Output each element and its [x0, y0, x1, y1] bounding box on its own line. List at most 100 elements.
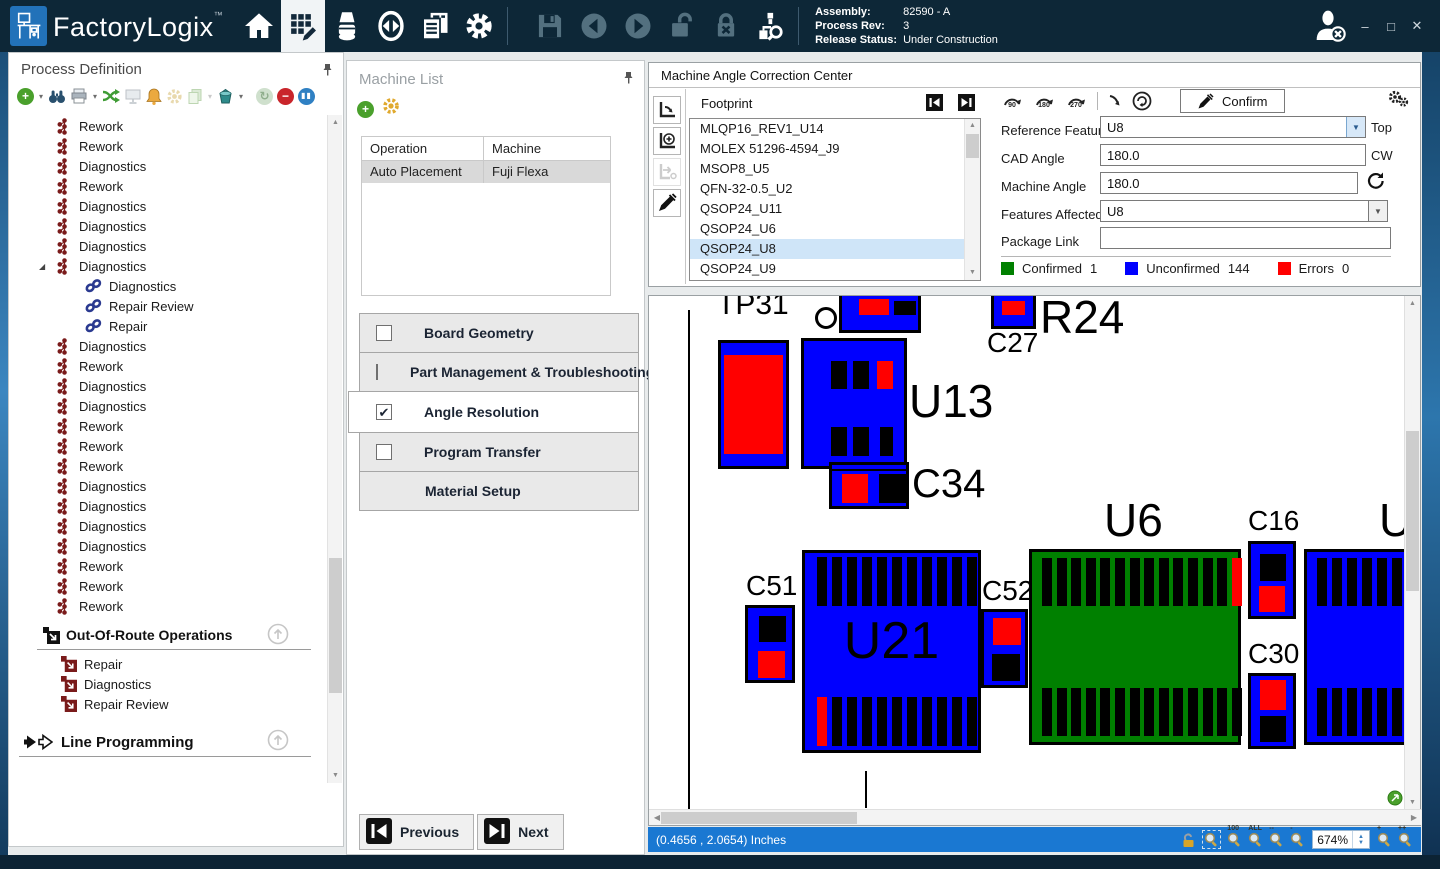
pcb-component-c30[interactable]	[1248, 673, 1296, 749]
user-logout-icon[interactable]	[1308, 0, 1352, 52]
rotate-270-icon[interactable]: 270	[1065, 94, 1087, 109]
viewer-vertical-scrollbar[interactable]: ▲ ▼	[1404, 296, 1420, 810]
collapse-up-icon[interactable]	[267, 729, 289, 755]
column-header[interactable]: Machine	[484, 137, 610, 160]
pcb-component-u21[interactable]: U21	[802, 550, 981, 753]
scroll-up-icon[interactable]: ▲	[965, 119, 980, 133]
zoom-100-icon[interactable]: 100	[1227, 832, 1242, 847]
package-link-input[interactable]	[1100, 227, 1391, 249]
tree-item-operation[interactable]: Diagnostics	[9, 336, 325, 356]
pcb-pad-circle[interactable]	[815, 307, 837, 329]
chevron-down-icon[interactable]: ▼	[1368, 201, 1387, 221]
production-icon[interactable]	[369, 0, 413, 52]
add-icon[interactable]: +	[357, 100, 374, 118]
first-footprint-icon[interactable]	[926, 94, 943, 111]
scroll-down-icon[interactable]: ▼	[965, 266, 980, 280]
settings-gears-icon[interactable]	[1386, 89, 1410, 114]
print-icon[interactable]	[70, 88, 88, 104]
refresh-angle-icon[interactable]	[1366, 171, 1385, 193]
footprint-item[interactable]: MLQP16_REV1_U14	[690, 119, 980, 139]
tree-item-operation[interactable]: Rework	[9, 456, 325, 476]
step-checkbox[interactable]	[376, 364, 378, 380]
tree-item-operation[interactable]: Diagnostics	[9, 156, 325, 176]
previous-button[interactable]: Previous	[359, 814, 474, 850]
home-icon[interactable]	[237, 0, 281, 52]
tree-item-operation[interactable]: Diagnostics	[9, 476, 325, 496]
column-header[interactable]: Operation	[362, 137, 484, 160]
documents-icon[interactable]	[413, 0, 457, 52]
chevron-down-icon[interactable]: ▼	[1346, 117, 1365, 137]
machine-settings-icon[interactable]	[382, 97, 400, 120]
next-footprint-icon[interactable]	[958, 94, 975, 111]
tree-item-operation[interactable]: Diagnostics	[9, 216, 325, 236]
delete-bucket-icon[interactable]	[217, 88, 234, 105]
tree-item-operation[interactable]: Diagnostics	[9, 496, 325, 516]
machine-angle-input[interactable]: 180.0	[1100, 172, 1358, 194]
link-operations-icon[interactable]	[102, 88, 120, 104]
footprint-item[interactable]: MOLEX 51296-4594_J9	[690, 139, 980, 159]
tree-item-operation[interactable]: Diagnostics	[9, 516, 325, 536]
wizard-step[interactable]: ✔Angle Resolution	[348, 391, 639, 433]
out-of-route-header[interactable]: Out-Of-Route Operations	[9, 623, 325, 647]
scrollbar-thumb[interactable]	[1406, 431, 1419, 591]
tree-item-operation[interactable]: Rework	[9, 136, 325, 156]
scrollbar-thumb[interactable]	[329, 558, 342, 693]
footprint-item[interactable]: QSOP24_U6	[690, 219, 980, 239]
wizard-step[interactable]: Program Transfer	[359, 432, 639, 472]
rotate-feature-icon[interactable]	[653, 96, 681, 124]
small-rotate-arrow-icon[interactable]	[1108, 94, 1122, 108]
reference-feature-select[interactable]: U8▼	[1100, 116, 1366, 138]
pcb-component-tp31[interactable]	[718, 340, 789, 469]
zoom-all-icon[interactable]: ALL	[1248, 832, 1263, 847]
footprint-list[interactable]: MLQP16_REV1_U14MOLEX 51296-4594_J9MSOP8_…	[689, 118, 981, 281]
footprint-item[interactable]: MSOP8_U5	[690, 159, 980, 179]
add-dropdown-icon[interactable]: ▾	[39, 92, 43, 101]
tree-item-operation[interactable]: Rework	[9, 176, 325, 196]
wizard-step[interactable]: Part Management & Troubleshooting	[359, 352, 639, 392]
zoom-out-icon[interactable]: -	[1290, 832, 1305, 847]
maximize-button[interactable]: □	[1378, 19, 1404, 34]
footprint-item[interactable]: QSOP24_U8	[690, 239, 980, 259]
add-icon[interactable]: +	[17, 88, 34, 105]
zoom-level-spinner[interactable]: 674%▲▼	[1312, 830, 1370, 849]
tree-item-operation[interactable]: Rework	[9, 416, 325, 436]
remove-icon[interactable]: −	[277, 88, 294, 105]
tree-item-operation[interactable]: Diagnostics	[9, 376, 325, 396]
zoom-out-fast-icon[interactable]: --	[1269, 832, 1284, 847]
collapse-up-icon[interactable]	[267, 623, 289, 648]
footprint-item[interactable]: QSOP24_U11	[690, 199, 980, 219]
wizard-step[interactable]: Board Geometry	[359, 313, 639, 353]
wizard-step[interactable]: Material Setup	[359, 471, 639, 511]
step-checkbox[interactable]: ✔	[376, 404, 392, 420]
print-dropdown-icon[interactable]: ▾	[93, 92, 97, 101]
tree-item-link[interactable]: Repair Review	[9, 296, 325, 316]
tree-item-operation[interactable]: Diagnostics	[9, 396, 325, 416]
tree-item-operation[interactable]: ◢Diagnostics	[9, 256, 325, 276]
alert-bell-icon[interactable]	[146, 88, 162, 105]
pin-dart-icon[interactable]	[653, 189, 681, 217]
zoom-window-icon[interactable]	[1202, 830, 1221, 849]
expander-icon[interactable]: ◢	[39, 262, 45, 271]
cad-angle-input[interactable]: 180.0	[1100, 144, 1366, 166]
out-of-route-item[interactable]: Diagnostics	[9, 674, 325, 694]
spinner-arrows-icon[interactable]: ▲▼	[1352, 831, 1369, 848]
footprint-item[interactable]: QFN-32-0.5_U2	[690, 179, 980, 199]
find-icon[interactable]	[48, 88, 66, 104]
rotate-90-icon[interactable]: 90	[1001, 94, 1023, 109]
step-checkbox[interactable]	[376, 444, 392, 460]
tree-item-link[interactable]: Repair	[9, 316, 325, 336]
features-affected-select[interactable]: U8▼	[1100, 200, 1388, 222]
rotate-180-icon[interactable]: 180	[1033, 94, 1055, 109]
zoom-in-fast-icon[interactable]: ++	[1398, 832, 1413, 847]
tree-item-operation[interactable]: Rework	[9, 436, 325, 456]
scroll-right-icon[interactable]: ▶	[1406, 813, 1422, 822]
settings-gear-icon[interactable]	[457, 0, 501, 52]
process-definition-icon[interactable]	[281, 0, 325, 52]
pin-icon[interactable]	[322, 63, 333, 81]
pcb-component-c16[interactable]	[1248, 541, 1296, 619]
line-programming-header[interactable]: Line Programming	[9, 730, 325, 754]
close-button[interactable]: ✕	[1404, 18, 1430, 34]
confirm-button[interactable]: Confirm	[1180, 89, 1285, 113]
tree-scrollbar[interactable]: ▲ ▼	[327, 115, 342, 783]
out-of-route-item[interactable]: Repair Review	[9, 694, 325, 714]
